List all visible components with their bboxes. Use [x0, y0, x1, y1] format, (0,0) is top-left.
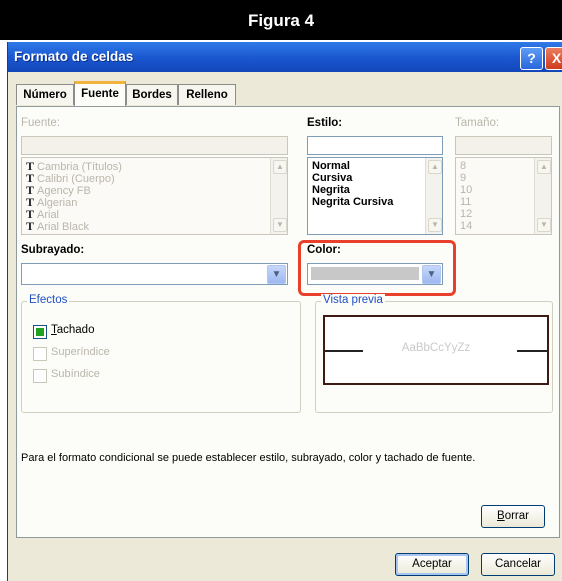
- subindice-checkbox[interactable]: [33, 369, 47, 383]
- borrar-button[interactable]: Borrar: [481, 505, 545, 528]
- scroll-down-icon[interactable]: ▼: [273, 218, 287, 232]
- scroll-up-icon[interactable]: ▲: [273, 160, 287, 174]
- title-bar: Formato de celdas ? X: [8, 42, 562, 72]
- conditional-format-note: Para el formato condicional se puede est…: [21, 452, 476, 464]
- subindice-label: Subíndice: [51, 368, 100, 380]
- fuente-label: Fuente:: [21, 117, 60, 129]
- tamano-list[interactable]: 8 9 10 11 12 14 ▲ ▼: [455, 157, 552, 235]
- fuente-input[interactable]: [21, 136, 288, 155]
- superindice-checkbox[interactable]: [33, 347, 47, 361]
- estilo-input[interactable]: [307, 136, 443, 155]
- scroll-down-icon[interactable]: ▼: [537, 218, 551, 232]
- aceptar-button[interactable]: Aceptar: [395, 553, 469, 576]
- tachado-checkbox[interactable]: [33, 325, 47, 339]
- tamano-scrollbar[interactable]: ▲ ▼: [534, 158, 551, 234]
- close-button[interactable]: X: [545, 47, 562, 70]
- subrayado-label: Subrayado:: [21, 244, 85, 256]
- preview-box: AaBbCcYyZz: [323, 315, 549, 385]
- page: Figura 4 Formato de celdas ? X Número Fu…: [0, 0, 562, 581]
- scroll-up-icon[interactable]: ▲: [537, 160, 551, 174]
- fuente-scrollbar[interactable]: ▲ ▼: [270, 158, 287, 234]
- estilo-scrollbar[interactable]: ▲ ▼: [425, 158, 442, 234]
- fuente-panel: Fuente: T Cambria (Títulos) T Calibri (Cue…: [16, 106, 560, 538]
- superindice-label: Superíndice: [51, 346, 110, 358]
- subrayado-dropdown[interactable]: ▼: [21, 263, 288, 285]
- format-cells-dialog: Formato de celdas ? X Número Fuente Bord…: [7, 42, 562, 581]
- tachado-label: Tachado: [51, 324, 95, 336]
- list-item[interactable]: 9: [460, 172, 466, 184]
- tab-relleno[interactable]: Relleno: [178, 84, 236, 105]
- fuente-list[interactable]: T Cambria (Títulos) T Calibri (Cuerpo) T Ag…: [21, 157, 288, 235]
- list-item[interactable]: 12: [460, 208, 472, 220]
- list-item[interactable]: Cursiva: [312, 172, 352, 184]
- tab-bordes[interactable]: Bordes: [126, 84, 178, 105]
- estilo-label: Estilo:: [307, 117, 343, 129]
- scroll-up-icon[interactable]: ▲: [428, 160, 442, 174]
- preview-sample-text: AaBbCcYyZz: [401, 342, 471, 354]
- list-item[interactable]: 11: [460, 196, 471, 208]
- color-highlight-annotation: [298, 240, 456, 296]
- estilo-list[interactable]: Normal Cursiva Negrita Negrita Cursiva ▲…: [307, 157, 443, 235]
- list-item[interactable]: 8: [460, 160, 466, 172]
- list-item[interactable]: 14: [460, 220, 472, 232]
- tamano-label: Tamaño:: [455, 117, 500, 129]
- vista-previa-title: Vista previa: [321, 294, 385, 306]
- efectos-title: Efectos: [27, 294, 70, 306]
- tab-fuente[interactable]: Fuente: [74, 81, 126, 108]
- window-title: Formato de celdas: [14, 49, 134, 64]
- cancelar-button[interactable]: Cancelar: [481, 553, 555, 576]
- list-item[interactable]: Negrita: [312, 184, 350, 196]
- list-item[interactable]: T Arial Black: [26, 220, 89, 233]
- tab-numero[interactable]: Número: [16, 84, 74, 105]
- list-item[interactable]: 10: [460, 184, 472, 196]
- chevron-down-icon[interactable]: ▼: [267, 265, 286, 284]
- list-item[interactable]: Negrita Cursiva: [312, 196, 393, 208]
- list-item[interactable]: Normal: [312, 160, 350, 172]
- truetype-icon: T: [26, 219, 35, 233]
- figure-caption: Figura 4: [0, 0, 562, 40]
- tamano-input[interactable]: [455, 136, 552, 155]
- scroll-down-icon[interactable]: ▼: [428, 218, 442, 232]
- help-button[interactable]: ?: [520, 47, 543, 70]
